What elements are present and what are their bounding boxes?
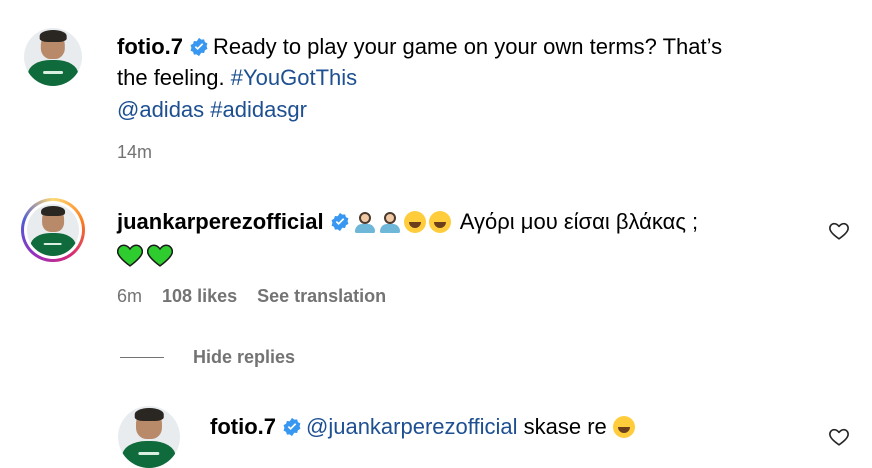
comment-line-2 [117,238,177,272]
verified-badge-icon [190,37,208,57]
replies-divider-line [120,357,164,358]
reply-text: skase re [523,414,607,439]
hashtag-adidasgr[interactable]: #adidasgr [210,97,307,122]
comment-avatar[interactable] [27,204,79,256]
caption-line-3: @adidas #adidasgr [117,93,307,127]
reply-line-1: fotio.7 @juankarperezofficial skase re [210,410,638,444]
green-heart-icon [147,244,173,267]
comment-meta: 6m 108 likes See translation [117,285,386,307]
caption-timestamp[interactable]: 14m [117,141,152,163]
see-translation-button[interactable]: See translation [257,286,386,306]
like-reply-heart-icon[interactable] [828,426,850,448]
verified-badge-icon [331,212,349,232]
comment-text: Αγόρι μου είσαι βλάκας ; [459,209,699,234]
reply-avatar[interactable] [118,406,180,468]
caption-text-2: the feeling. [117,65,225,90]
caption-line-2: the feeling. #YouGotThis [117,61,357,95]
reply-mention[interactable]: @juankarperezofficial [306,414,517,439]
comment-username[interactable]: juankarperezofficial [117,209,324,234]
person-tipping-hand-icon [379,211,401,233]
reply-username[interactable]: fotio.7 [210,414,276,439]
caption-line-1: fotio.7 Ready to play your game on your o… [117,30,722,64]
caption-text-1: Ready to play your game on your own term… [213,34,723,59]
caption-avatar[interactable] [24,28,82,86]
hashtag-yougotthis[interactable]: #YouGotThis [231,65,357,90]
like-comment-heart-icon[interactable] [828,220,850,242]
comment-likes[interactable]: 108 likes [162,286,237,306]
tears-of-joy-icon [612,416,635,438]
caption-username[interactable]: fotio.7 [117,34,183,59]
comment-line-1: juankarperezofficial Αγόρι μου είσαι βλά… [117,205,698,239]
person-tipping-hand-icon [354,211,376,233]
green-heart-icon [117,244,143,267]
verified-badge-icon [283,417,301,437]
hide-replies-button[interactable]: Hide replies [193,346,295,368]
mention-adidas[interactable]: @adidas [117,97,204,122]
hide-replies-label: Hide replies [193,347,296,367]
tears-of-joy-icon [403,211,426,233]
comment-timestamp[interactable]: 6m [117,286,142,306]
tears-of-joy-icon [428,211,451,233]
